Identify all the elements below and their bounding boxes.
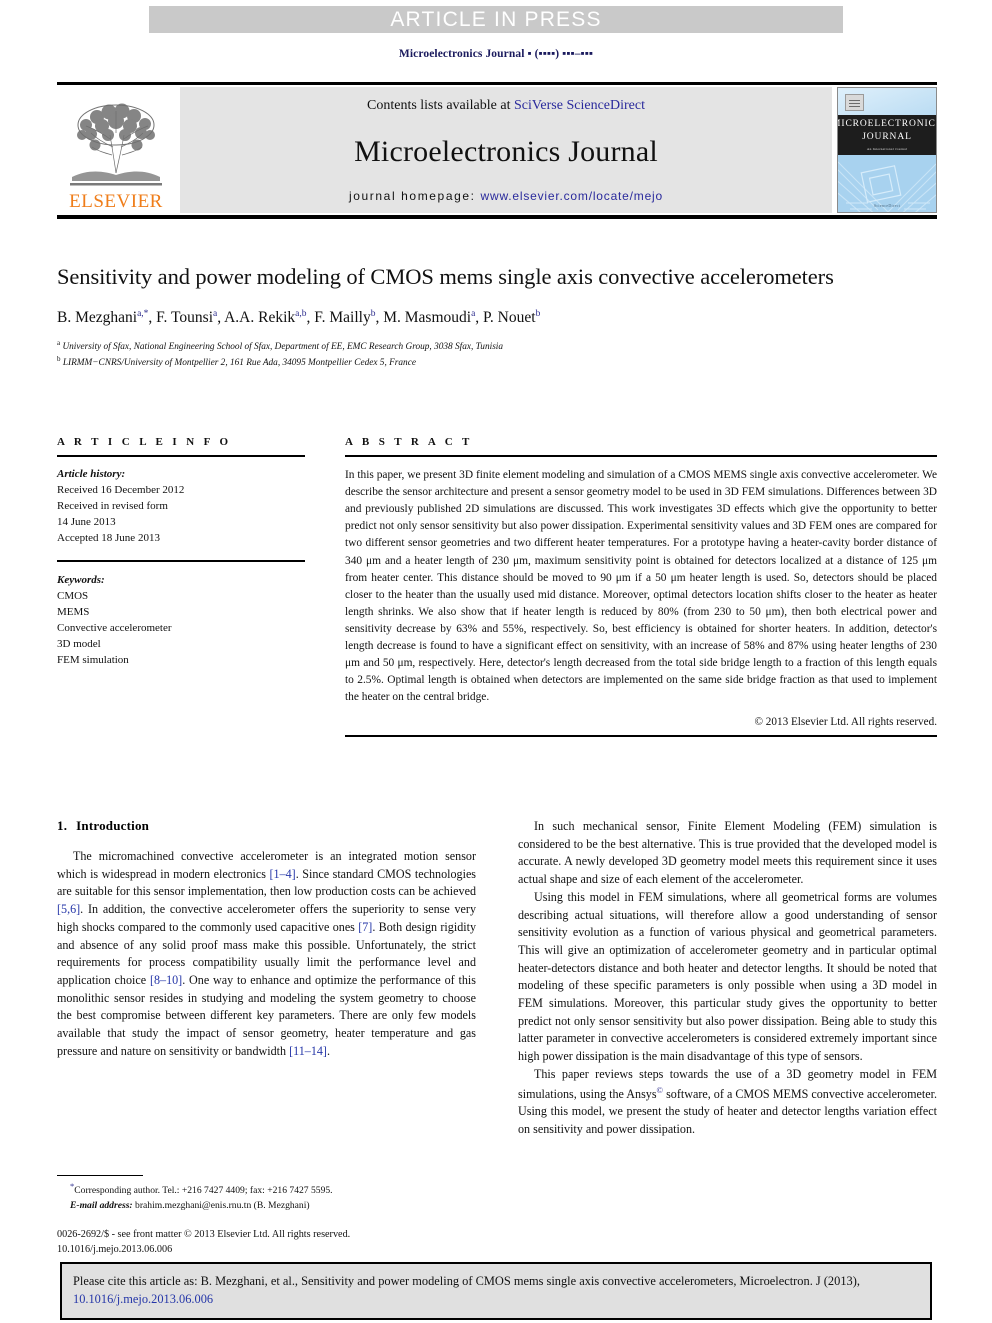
history-line: Received in revised form xyxy=(57,500,168,513)
article-info-heading: A R T I C L E I N F O xyxy=(57,436,232,448)
running-head: Microelectronics Journal ▪ (▪▪▪▪) ▪▪▪–▪▪… xyxy=(398,48,594,60)
article-info-column: A R T I C L E I N F O Article history: R… xyxy=(57,436,305,737)
article-history-label: Article history: xyxy=(57,468,126,480)
copyright-line: © 2013 Elsevier Ltd. All rights reserved… xyxy=(754,715,938,728)
cover-footer-text: ScienceDirect xyxy=(873,203,901,208)
body-columns: 1. Introduction The micromachined convect… xyxy=(57,818,937,1139)
cover-subtitle: An International Journal xyxy=(866,147,908,152)
cite-text-body: Please cite this article as: B. Mezghani… xyxy=(73,1274,860,1288)
page-title: Sensitivity and power modeling of CMOS m… xyxy=(57,264,834,289)
contents-lists-prefix: Contents lists available at xyxy=(367,98,514,113)
affiliation-b: b LIRMM−CNRS/University of Montpellier 2… xyxy=(57,355,416,369)
elsevier-logo: ELSEVIER xyxy=(57,87,175,213)
citation-ref[interactable]: [5,6] xyxy=(57,902,80,916)
journal-homepage-line: journal homepage: www.elsevier.com/locat… xyxy=(349,189,663,203)
keyword-item: Convective accelerometer xyxy=(57,622,172,635)
keyword-item: 3D model xyxy=(57,638,101,651)
cover-chip-icon xyxy=(845,94,864,111)
please-cite-text: Please cite this article as: B. Mezghani… xyxy=(73,1273,919,1308)
keyword-item: CMOS xyxy=(57,590,89,603)
journal-homepage-label: journal homepage: xyxy=(348,189,481,203)
affiliation-a-text: University of Sfax, National Engineering… xyxy=(62,341,504,352)
keyword-item: MEMS xyxy=(57,606,90,619)
footnote-block: *Corresponding author. Tel.: +216 7427 4… xyxy=(57,1175,476,1213)
keyword-item: FEM simulation xyxy=(57,654,129,667)
article-in-press-label: ARTICLE IN PRESS xyxy=(390,7,602,31)
history-line: Received 16 December 2012 xyxy=(57,484,185,497)
sciencedirect-link[interactable]: SciVerse ScienceDirect xyxy=(514,98,645,113)
right-paragraph-3: This paper reviews steps towards the use… xyxy=(518,1066,937,1139)
journal-title: Microelectronics Journal xyxy=(354,134,658,168)
abstract-column: A B S T R A C T In this paper, we presen… xyxy=(345,436,937,737)
article-info-divider xyxy=(57,455,305,457)
column-gap xyxy=(305,436,345,737)
article-history-group: Article history: Received 16 December 20… xyxy=(57,466,305,546)
section-number: 1. xyxy=(57,818,68,833)
journal-cover-thumbnail: MICROELECTRONICS JOURNAL An Internationa… xyxy=(837,87,937,213)
info-abstract-row: A R T I C L E I N F O Article history: R… xyxy=(57,436,937,737)
intro-paragraph-1: The micromachined convective acceleromet… xyxy=(57,848,476,1060)
title-block: Sensitivity and power modeling of CMOS m… xyxy=(57,262,937,371)
cover-title-line2: JOURNAL xyxy=(862,132,912,143)
affiliations: a University of Sfax, National Engineeri… xyxy=(57,338,937,371)
cover-title-band: MICROELECTRONICS JOURNAL An Internationa… xyxy=(838,115,936,155)
abstract-divider xyxy=(345,455,937,457)
citation-ref[interactable]: [8–10] xyxy=(150,973,182,987)
section-heading-introduction: 1. Introduction xyxy=(57,818,476,834)
body-column-left: 1. Introduction The micromachined convect… xyxy=(57,818,476,1139)
masthead-top-rule xyxy=(57,82,937,85)
masthead-bottom-rule xyxy=(57,215,937,219)
email-label: E-mail address: xyxy=(70,1199,133,1211)
keywords-label: Keywords: xyxy=(57,574,105,587)
contents-lists-line: Contents lists available at SciVerse Sci… xyxy=(367,98,645,114)
please-cite-box: Please cite this article as: B. Mezghani… xyxy=(60,1262,932,1321)
author-list: B. Mezghania,*, F. Tounsia, A.A. Rekika,… xyxy=(57,308,541,326)
paper-page: ARTICLE IN PRESS Microelectronics Journa… xyxy=(0,0,992,1323)
imprint-line-1: 0026-2692/$ - see front matter © 2013 El… xyxy=(57,1229,351,1240)
corresponding-author-text: Corresponding author. Tel.: +216 7427 44… xyxy=(74,1185,333,1197)
elsevier-wordmark: ELSEVIER xyxy=(69,191,163,212)
section-title: Introduction xyxy=(76,818,150,833)
footnote-rule xyxy=(57,1175,143,1176)
cover-title-line1: MICROELECTRONICS xyxy=(837,119,937,130)
email-line: E-mail address: brahim.mezghani@enis.rnu… xyxy=(57,1199,476,1213)
abstract-bottom-rule xyxy=(345,734,937,737)
journal-homepage-link[interactable]: www.elsevier.com/locate/mejo xyxy=(481,189,663,203)
journal-masthead: ELSEVIER Contents lists available at Sci… xyxy=(57,82,937,219)
elsevier-tree-icon xyxy=(70,103,162,186)
imprint-block: 0026-2692/$ - see front matter © 2013 El… xyxy=(57,1228,497,1258)
affiliation-a: a University of Sfax, National Engineeri… xyxy=(57,338,504,352)
doi-link[interactable]: 10.1016/j.mejo.2013.06.006 xyxy=(73,1292,213,1306)
right-paragraph-2: Using this model in FEM simulations, whe… xyxy=(518,889,937,1064)
right-paragraph-1: In such mechanical sensor, Finite Elemen… xyxy=(518,819,937,887)
citation-ref[interactable]: [1–4] xyxy=(270,867,296,881)
keywords-group: Keywords: CMOS MEMS Convective accelerom… xyxy=(57,572,305,668)
history-line: Accepted 18 June 2013 xyxy=(57,532,160,545)
keywords-divider xyxy=(57,560,305,563)
abstract-text: In this paper, we present 3D finite elem… xyxy=(345,469,937,704)
masthead-center-panel: Contents lists available at SciVerse Sci… xyxy=(180,87,832,213)
imprint-line-2: 10.1016/j.mejo.2013.06.006 xyxy=(57,1243,173,1255)
abstract-heading: A B S T R A C T xyxy=(345,436,473,448)
email-value[interactable]: brahim.mezghani@enis.rnu.tn (B. Mezghani… xyxy=(135,1200,310,1211)
history-line: 14 June 2013 xyxy=(57,516,116,529)
affiliation-b-text: LIRMM−CNRS/University of Montpellier 2, … xyxy=(62,358,416,369)
intro-text-f: . xyxy=(326,1043,330,1058)
article-in-press-banner: ARTICLE IN PRESS xyxy=(149,6,843,33)
citation-ref[interactable]: [11–14] xyxy=(289,1044,327,1058)
body-column-right: In such mechanical sensor, Finite Elemen… xyxy=(518,818,937,1139)
corresponding-author-note: *Corresponding author. Tel.: +216 7427 4… xyxy=(57,1180,476,1213)
citation-ref[interactable]: [7] xyxy=(358,920,372,934)
